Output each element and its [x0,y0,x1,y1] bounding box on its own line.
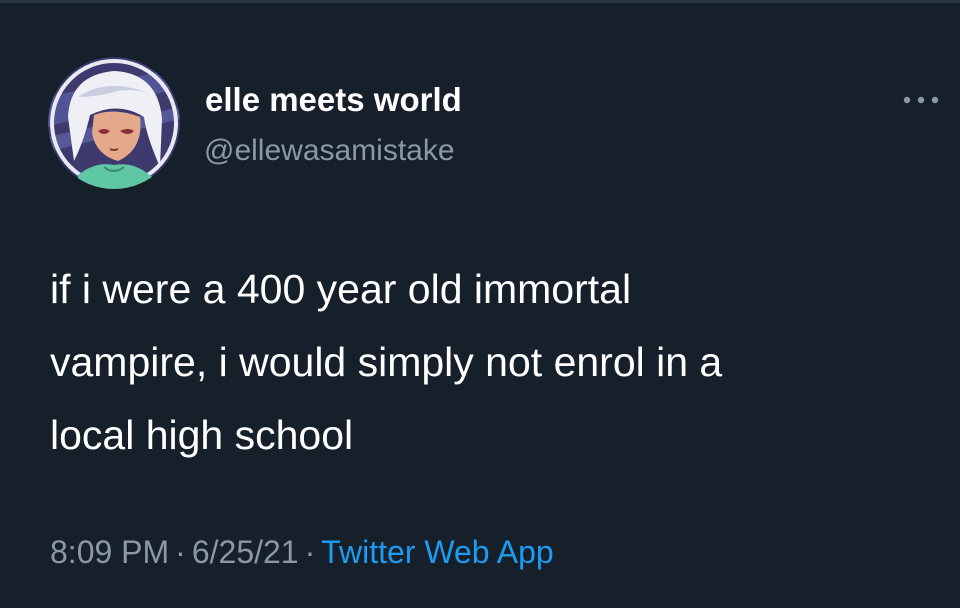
top-divider [0,0,960,3]
more-options-button[interactable] [895,88,947,112]
display-name[interactable]: elle meets world [205,80,462,120]
tweet-source-link[interactable]: Twitter Web App [321,534,553,570]
tweet-date[interactable]: 6/25/21 [192,534,299,570]
tweet-text: if i were a 400 year old immortal vampir… [50,266,723,458]
user-handle[interactable]: @ellewasamistake [204,132,455,170]
tweet-metadata: 8:09 PM · 6/25/21 · Twitter Web App [50,532,554,572]
metadata-separator: · [304,534,316,570]
metadata-separator: · [175,534,186,570]
tweet-time[interactable]: 8:09 PM [50,534,169,570]
anime-character-avatar-icon [48,57,180,189]
more-options-icon [903,96,939,104]
avatar[interactable] [48,57,180,189]
